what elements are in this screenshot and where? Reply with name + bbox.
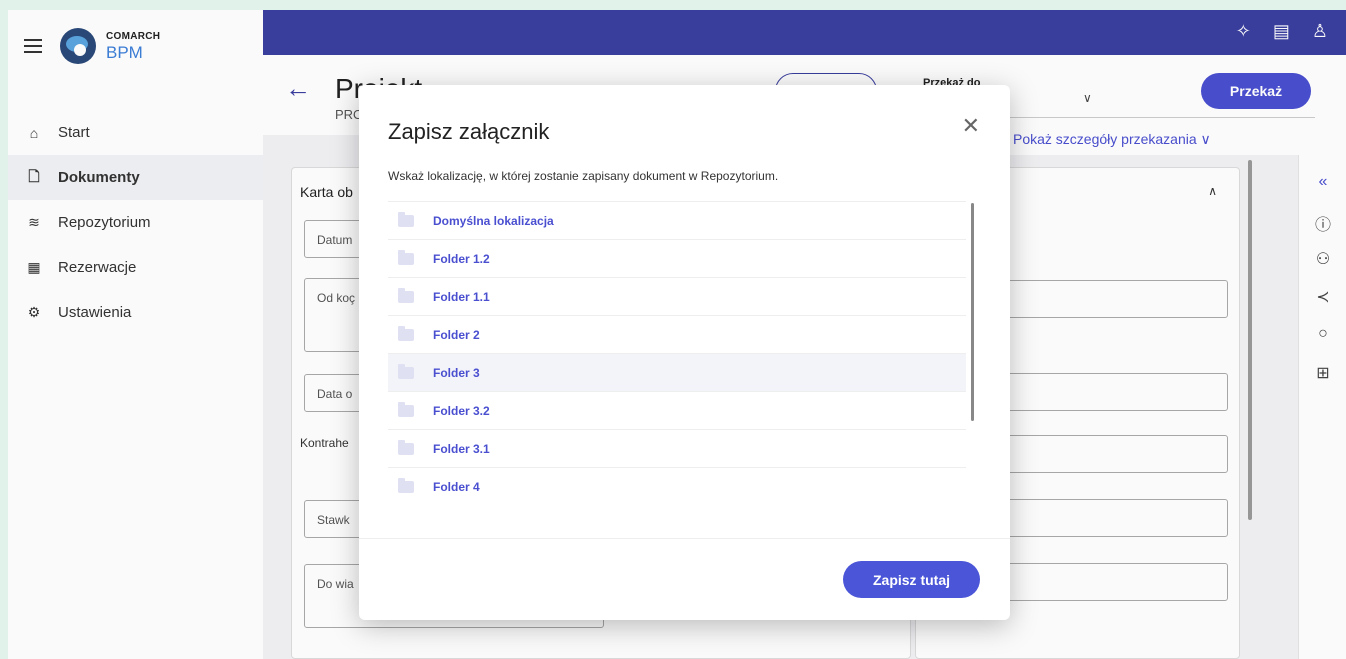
folder-icon — [398, 325, 414, 341]
dialog-divider — [359, 538, 1010, 539]
folder-item[interactable]: Folder 1.2 — [388, 239, 966, 277]
folder-icon — [398, 477, 414, 493]
folder-label: Folder 3.1 — [433, 441, 490, 456]
folder-item[interactable]: Folder 2 — [388, 315, 966, 353]
folder-item-selected[interactable]: Folder 3 — [388, 353, 966, 391]
folder-item-default[interactable]: Domyślna lokalizacja — [388, 201, 966, 239]
folder-label: Folder 1.2 — [433, 251, 490, 266]
folder-icon — [398, 363, 414, 379]
folder-icon — [398, 439, 414, 455]
folder-label: Folder 3 — [433, 365, 480, 380]
folder-icon — [398, 401, 414, 417]
save-here-button[interactable]: Zapisz tutaj — [843, 561, 980, 598]
dialog-description: Wskaż lokalizację, w której zostanie zap… — [388, 169, 779, 183]
folder-label: Domyślna lokalizacja — [433, 213, 554, 228]
folder-label: Folder 2 — [433, 327, 480, 342]
folder-list-scrollbar[interactable] — [971, 203, 974, 421]
folder-item[interactable]: Folder 1.1 — [388, 277, 966, 315]
dialog-title: Zapisz załącznik — [388, 119, 550, 144]
folder-item[interactable]: Folder 3.1 — [388, 429, 966, 467]
folder-item[interactable]: Folder 4 — [388, 467, 966, 505]
folder-list: Domyślna lokalizacja Folder 1.2 Folder 1… — [388, 201, 968, 506]
folder-icon — [398, 287, 414, 303]
save-attachment-dialog: Zapisz załącznik ✕ Wskaż lokalizację, w … — [359, 85, 1010, 620]
folder-label: Folder 4 — [433, 479, 480, 494]
folder-item[interactable]: Folder 3.2 — [388, 391, 966, 429]
folder-icon — [398, 211, 414, 227]
folder-icon — [398, 249, 414, 265]
folder-label: Folder 3.2 — [433, 403, 490, 418]
close-icon[interactable]: ✕ — [962, 115, 980, 137]
folder-label: Folder 1.1 — [433, 289, 490, 304]
